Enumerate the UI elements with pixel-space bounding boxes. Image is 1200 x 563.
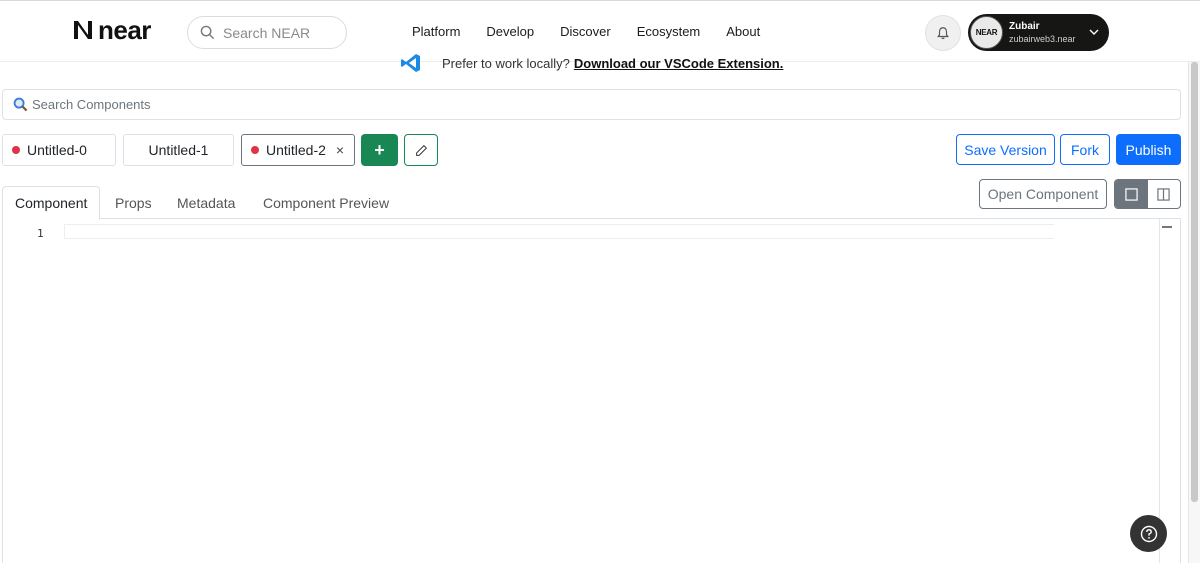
magnifier-icon	[13, 97, 28, 112]
tab-component-preview[interactable]: Component Preview	[251, 186, 401, 219]
line-number: 1	[37, 227, 44, 240]
component-search-input[interactable]	[32, 97, 832, 112]
vscode-extension-link[interactable]: Download our VSCode Extension.	[574, 56, 783, 71]
search-icon	[200, 25, 215, 40]
top-navbar: near Platform Develop Discover Ecosystem…	[0, 0, 1200, 62]
editor-scrollbar-marker	[1162, 226, 1172, 228]
file-tab-untitled-0[interactable]: Untitled-0	[2, 134, 116, 166]
split-pane-button[interactable]	[1148, 180, 1181, 208]
chevron-down-icon	[1089, 29, 1099, 35]
single-pane-button[interactable]	[1115, 180, 1148, 208]
tab-props[interactable]: Props	[103, 186, 164, 219]
unsaved-dot	[12, 146, 20, 154]
publish-button[interactable]: Publish	[1116, 134, 1181, 165]
close-tab-icon[interactable]: ×	[336, 142, 344, 158]
single-pane-icon	[1125, 187, 1138, 201]
near-logo-icon	[74, 21, 92, 39]
logo-text: near	[98, 15, 151, 45]
open-component-button[interactable]: Open Component	[979, 179, 1107, 209]
avatar: NEAR	[970, 16, 1003, 49]
nav-link-platform[interactable]: Platform	[412, 23, 460, 41]
file-tab-untitled-1[interactable]: Untitled-1	[123, 134, 234, 166]
vscode-icon	[401, 54, 420, 72]
bell-icon	[937, 27, 949, 40]
tab-component[interactable]: Component	[2, 186, 101, 220]
current-line-highlight	[64, 224, 1054, 239]
file-tab-untitled-2[interactable]: Untitled-2 ×	[241, 134, 355, 166]
nav-link-about[interactable]: About	[726, 23, 760, 41]
user-info: Zubair zubairweb3.near	[1009, 21, 1076, 45]
file-tab-label: Untitled-0	[27, 142, 87, 158]
save-version-button[interactable]: Save Version	[956, 134, 1055, 165]
split-pane-icon	[1157, 187, 1170, 201]
file-tab-label: Untitled-1	[148, 142, 209, 158]
rename-file-button[interactable]	[404, 134, 438, 166]
page-scrollbar-thumb[interactable]	[1191, 62, 1198, 502]
banner-content: Prefer to work locally? Download our VSC…	[400, 54, 783, 74]
user-name: Zubair	[1009, 20, 1040, 32]
nav-link-discover[interactable]: Discover	[560, 23, 611, 41]
add-file-button[interactable]: +	[361, 134, 398, 166]
unsaved-dot	[251, 146, 259, 154]
question-mark-icon	[1140, 525, 1157, 542]
nav-links: Platform Develop Discover Ecosystem Abou…	[412, 23, 786, 41]
user-account-id: zubairweb3.near	[1009, 33, 1076, 44]
notifications-button[interactable]	[925, 15, 961, 51]
nav-search-input[interactable]	[223, 24, 333, 41]
file-tab-label: Untitled-2	[266, 142, 326, 158]
avatar-text: NEAR	[975, 28, 998, 37]
near-logo[interactable]: near	[72, 15, 151, 45]
nav-link-develop[interactable]: Develop	[486, 23, 534, 41]
layout-toggle	[1114, 179, 1181, 209]
nav-search-box[interactable]	[187, 16, 347, 49]
banner-text: Prefer to work locally?	[442, 55, 570, 71]
code-editor[interactable]: 1	[2, 219, 1181, 563]
vscode-banner: Prefer to work locally? Download our VSC…	[0, 54, 1188, 76]
component-search-box[interactable]	[2, 89, 1181, 120]
fork-button[interactable]: Fork	[1060, 134, 1110, 165]
nav-link-ecosystem[interactable]: Ecosystem	[637, 23, 701, 41]
pencil-icon	[415, 144, 427, 156]
tab-metadata[interactable]: Metadata	[165, 186, 247, 219]
page-scrollbar[interactable]	[1188, 62, 1200, 563]
editor-scrollbar[interactable]	[1159, 219, 1173, 563]
plus-icon: +	[374, 139, 385, 160]
user-account-menu[interactable]: NEAR Zubair zubairweb3.near	[968, 14, 1109, 51]
help-button[interactable]	[1130, 515, 1167, 552]
